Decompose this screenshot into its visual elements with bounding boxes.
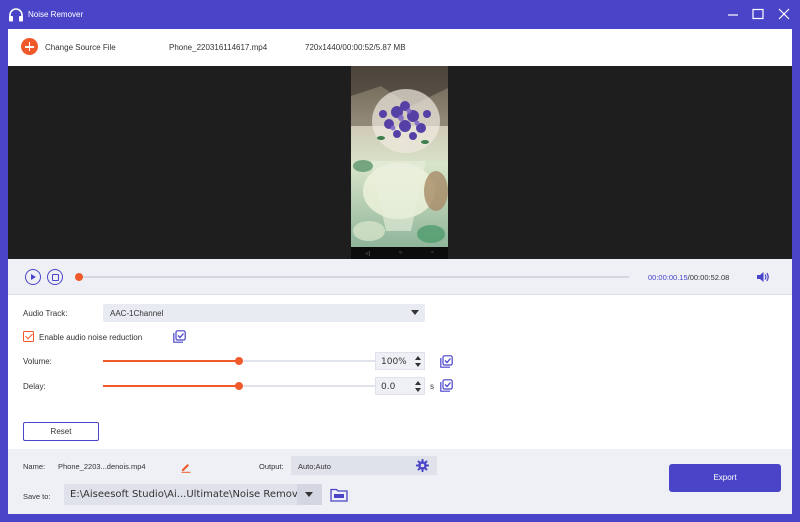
delay-unit: s xyxy=(430,382,434,391)
volume-slider-fill xyxy=(103,360,239,362)
audio-track-select[interactable]: AAC-1Channel xyxy=(103,304,425,322)
nav-home-icon: ○ xyxy=(398,250,403,256)
volume-label: Volume: xyxy=(23,357,52,366)
audio-track-value: AAC-1Channel xyxy=(110,309,164,318)
close-icon[interactable] xyxy=(777,7,791,21)
volume-down-arrow-icon[interactable] xyxy=(415,363,421,367)
output-format-value: Auto;Auto xyxy=(298,462,331,471)
seek-bar[interactable] xyxy=(74,273,629,281)
volume-stepper[interactable]: 100% xyxy=(375,352,425,370)
play-button[interactable] xyxy=(25,269,41,285)
reset-button[interactable]: Reset xyxy=(23,422,99,441)
output-format-field[interactable]: Auto;Auto xyxy=(291,456,437,475)
volume-slider[interactable] xyxy=(103,357,375,365)
delay-stepper[interactable]: 0.0 xyxy=(375,377,425,395)
phone-nav-bar: ◁ ○ ▫ xyxy=(351,247,448,259)
title-bar: Noise Remover xyxy=(0,0,800,29)
output-bar: Name: Phone_2203...denois.mp4 Output: Au… xyxy=(8,449,792,514)
total-time: 00:00:52.08 xyxy=(689,273,730,282)
playback-controls: 00:00:00.15/00:00:52.08 xyxy=(8,259,792,295)
nav-recents-icon: ▫ xyxy=(431,250,434,256)
source-bar: Change Source File Phone_220316114617.mp… xyxy=(8,29,792,66)
noise-reduction-label[interactable]: Enable audio noise reduction xyxy=(39,333,142,342)
delay-slider-handle[interactable] xyxy=(235,382,243,390)
folder-icon[interactable] xyxy=(330,487,348,502)
export-button[interactable]: Export xyxy=(669,464,781,492)
seek-handle[interactable] xyxy=(74,273,83,281)
delay-down-arrow-icon[interactable] xyxy=(415,388,421,392)
delay-slider-fill xyxy=(103,385,239,387)
output-file-name: Phone_2203...denois.mp4 xyxy=(58,462,146,471)
delay-value[interactable]: 0.0 xyxy=(381,382,395,392)
time-display: 00:00:00.15/00:00:52.08 xyxy=(648,273,729,282)
edit-pencil-icon[interactable] xyxy=(180,461,192,473)
current-time: 00:00:00.15 xyxy=(648,273,688,282)
main-window: Change Source File Phone_220316114617.mp… xyxy=(8,29,792,514)
save-to-label: Save to: xyxy=(23,492,51,501)
audio-settings-panel: Audio Track: AAC-1Channel Enable audio n… xyxy=(8,295,792,449)
minimize-icon[interactable] xyxy=(726,7,740,21)
volume-slider-handle[interactable] xyxy=(235,357,243,365)
change-source-file-link[interactable]: Change Source File xyxy=(45,43,116,52)
volume-apply-to-all-icon[interactable] xyxy=(440,355,453,368)
source-file-name: Phone_220316114617.mp4 xyxy=(169,43,268,52)
apply-to-all-icon[interactable] xyxy=(173,330,186,343)
headphones-icon xyxy=(9,8,23,22)
nav-back-icon: ◁ xyxy=(365,250,371,257)
app-title: Noise Remover xyxy=(28,10,84,19)
add-source-button[interactable] xyxy=(21,38,38,55)
output-label: Output: xyxy=(259,462,284,471)
delay-label: Delay: xyxy=(23,382,46,391)
gear-icon[interactable] xyxy=(416,459,429,472)
delay-apply-to-all-icon[interactable] xyxy=(440,379,453,392)
delay-up-arrow-icon[interactable] xyxy=(415,381,421,385)
save-to-dropdown-button[interactable] xyxy=(297,484,322,505)
chevron-down-icon xyxy=(305,492,313,497)
noise-reduction-checkbox[interactable] xyxy=(23,331,34,342)
video-thumbnail-image xyxy=(351,66,448,247)
volume-value[interactable]: 100% xyxy=(381,357,407,367)
delay-slider[interactable] xyxy=(103,382,375,390)
video-frame: ◁ ○ ▫ xyxy=(351,66,448,259)
source-file-info: 720x1440/00:00:52/5.87 MB xyxy=(305,43,406,52)
chevron-down-icon xyxy=(411,310,419,315)
save-to-path: E:\Aiseesoft Studio\Ai...Ultimate\Noise … xyxy=(70,489,309,500)
name-label: Name: xyxy=(23,462,46,471)
video-preview-area: ◁ ○ ▫ xyxy=(8,66,792,259)
audio-track-label: Audio Track: xyxy=(23,309,68,318)
save-to-select[interactable]: E:\Aiseesoft Studio\Ai...Ultimate\Noise … xyxy=(64,484,322,505)
volume-icon[interactable] xyxy=(756,270,770,284)
stop-button[interactable] xyxy=(47,269,63,285)
volume-up-arrow-icon[interactable] xyxy=(415,356,421,360)
maximize-icon[interactable] xyxy=(751,7,765,21)
